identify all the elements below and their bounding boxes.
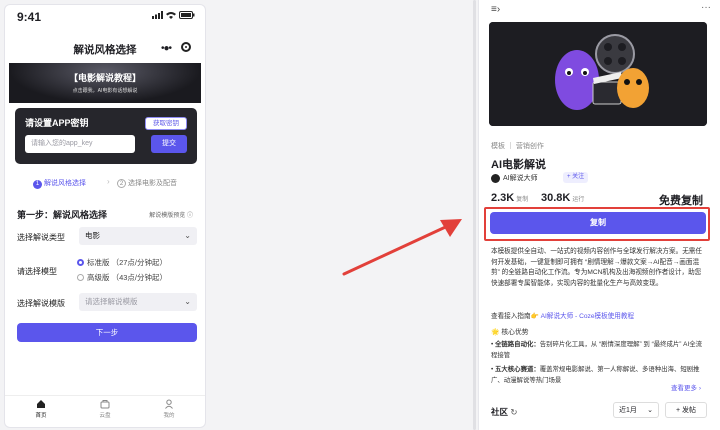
close-target-icon[interactable]: [181, 42, 191, 52]
wifi-icon: [166, 12, 176, 19]
run-count: 30.8K 运行: [541, 192, 584, 204]
user-icon: [165, 399, 173, 409]
community-heading: 社区 ↻: [491, 406, 518, 418]
status-time: 9:41: [17, 10, 42, 24]
copy-button[interactable]: 复制: [490, 212, 706, 234]
copy-count-label: 复制: [516, 197, 529, 203]
get-key-button[interactable]: 获取密钥: [145, 117, 187, 130]
nav-bar: 解说风格选择 •●•: [5, 33, 205, 61]
post-button[interactable]: + 发帖: [665, 402, 707, 418]
app-key-title: 请设置APP密钥: [25, 118, 89, 128]
model-label: 请选择模型: [17, 267, 57, 276]
template-title: AI电影解说: [491, 159, 546, 171]
time-range-select[interactable]: 近1月 ⌄: [613, 402, 659, 418]
tab-cloud[interactable]: 云盘: [85, 399, 125, 419]
scrollbar-track[interactable]: [473, 0, 476, 430]
tab-cloud-label: 云盘: [99, 413, 111, 419]
advantages-heading: 🌟 核心优势: [491, 329, 529, 336]
model-option-standard[interactable]: 标准版 （27点/分钟起）: [77, 257, 167, 268]
refresh-icon[interactable]: ↻: [510, 407, 517, 417]
status-bar: 9:41: [5, 5, 205, 27]
scrollbar[interactable]: [472, 0, 477, 430]
step-separator-icon: ›: [107, 177, 110, 186]
radio-unchecked-icon: [77, 274, 84, 281]
submit-button[interactable]: 提交: [151, 135, 187, 153]
model-option-standard-label: 标准版 （27点/分钟起）: [87, 258, 168, 267]
follow-button[interactable]: + 关注: [563, 172, 589, 183]
community-label: 社区: [491, 407, 509, 417]
more-options-icon[interactable]: ···: [701, 2, 711, 13]
template-select[interactable]: 请选择解说模版 ⌄: [79, 293, 197, 311]
template-detail-panel: ≡› ··· 模板 ｜ 营销创作 AI电影解说 AI解说大师 + 关注 2.3K…: [478, 0, 720, 430]
type-select-value: 电影: [85, 231, 100, 240]
red-arrow-annotation: [342, 219, 462, 276]
copy-count: 2.3K 复制: [491, 192, 528, 204]
step-2[interactable]: 2 选择电影及配音: [117, 178, 177, 188]
see-more-link[interactable]: 查看更多 ›: [671, 382, 701, 392]
template-select-placeholder: 请选择解说模版: [85, 297, 138, 306]
advantage-2-title: 五大核心赛道：: [495, 366, 540, 373]
next-step-button[interactable]: 下一步: [17, 323, 197, 342]
guide-line: 查看接入指南👉 AI解说大师 - Coze模板使用教程: [491, 310, 634, 320]
banner-title: 【电影解说教程】: [68, 73, 141, 83]
type-select[interactable]: 电影 ⌄: [79, 227, 197, 245]
status-icons: [152, 11, 195, 19]
type-label: 选择解说类型: [17, 233, 65, 242]
guide-link[interactable]: AI解说大师 - Coze模板使用教程: [541, 313, 634, 320]
run-count-value: 30.8K: [541, 192, 571, 204]
cloud-drive-icon: [100, 400, 110, 409]
battery-icon: [179, 11, 195, 19]
page-title: 解说风格选择: [73, 44, 137, 56]
phone-preview: 9:41 解说风格选择 •●• 【电影解说教程】 点击跟我，AI电影有话想解说 …: [4, 4, 206, 428]
advantage-item: • 全链路自动化：告别碎片化工具，从 “剧情深度理解” 到 “最终成片” AI全…: [491, 341, 702, 359]
copy-count-value: 2.3K: [491, 192, 515, 204]
step-1-label: 解说风格选择: [44, 180, 86, 187]
tab-home-label: 首页: [35, 413, 47, 419]
model-option-advanced[interactable]: 高级版 （43点/分钟起）: [77, 272, 167, 283]
tutorial-banner[interactable]: 【电影解说教程】 点击跟我，AI电影有话想解说: [9, 63, 201, 103]
model-option-advanced-label: 高级版 （43点/分钟起）: [87, 273, 168, 282]
app-key-input[interactable]: 请输入您的app_key: [25, 135, 135, 153]
step-1-number: 1: [33, 180, 42, 189]
help-icon: ⓘ: [186, 213, 193, 219]
template-description: 本模板提供全自动、一站式的视频内容创作与全球发行解决方案。无需任何开发基础，一键…: [491, 248, 702, 287]
chevron-down-icon: ⌄: [184, 231, 191, 240]
template-preview-label: 解说模版预览: [149, 213, 186, 219]
step-1[interactable]: 1 解说风格选择: [33, 178, 86, 189]
chevron-down-icon: ⌄: [184, 297, 191, 306]
home-icon: [37, 400, 45, 408]
step-indicator: 1 解说风格选择 › 2 选择电影及配音: [5, 177, 205, 191]
time-range-value: 近1月: [619, 407, 637, 414]
author-info[interactable]: AI解说大师: [491, 173, 538, 183]
banner-subtitle: 点击跟我，AI电影有话想解说: [72, 88, 138, 94]
breadcrumb[interactable]: 模板 ｜ 营销创作: [491, 141, 544, 151]
tab-profile-label: 我的: [163, 413, 175, 419]
radio-checked-icon: [77, 259, 84, 266]
author-avatar: [491, 173, 500, 183]
more-dots-icon[interactable]: •●•: [161, 43, 172, 54]
tab-profile[interactable]: 我的: [149, 399, 189, 419]
step-2-number: 2: [117, 179, 126, 188]
tab-home[interactable]: 首页: [21, 399, 61, 419]
chevron-down-icon: ⌄: [647, 407, 653, 414]
tab-bar: 首页 云盘 我的: [5, 395, 205, 426]
section-title: 第一步：解说风格选择: [17, 210, 108, 220]
step-2-label: 选择电影及配音: [128, 180, 177, 187]
app-key-panel: 请设置APP密钥 获取密钥 请输入您的app_key 提交: [15, 108, 197, 164]
template-cover-image: [489, 22, 707, 126]
template-label: 选择解说模版: [17, 299, 65, 308]
author-name: AI解说大师: [503, 175, 538, 182]
guide-prefix: 查看接入指南👉: [491, 313, 539, 320]
cover-illustration: [489, 22, 707, 126]
signal-icon: [152, 11, 163, 19]
advantage-1-title: 全链路自动化：: [495, 341, 540, 348]
menu-collapse-icon[interactable]: ≡›: [491, 4, 500, 15]
free-copy-label: 免费复制: [659, 195, 703, 207]
template-preview-link[interactable]: 解说模版预览 ⓘ: [149, 210, 193, 219]
run-count-label: 运行: [572, 197, 585, 203]
